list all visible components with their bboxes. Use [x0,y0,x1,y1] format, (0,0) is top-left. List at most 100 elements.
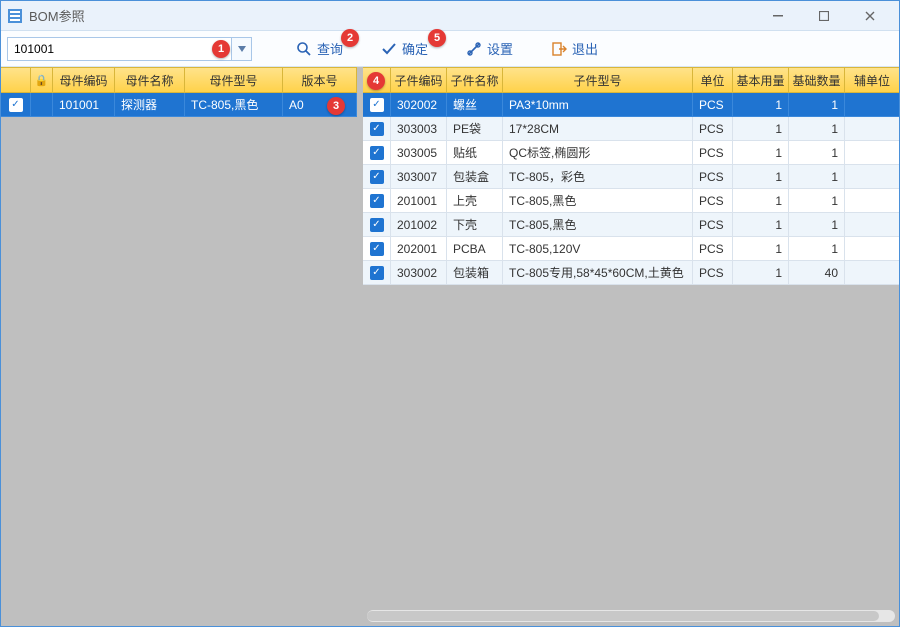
close-button[interactable] [847,2,893,30]
cell-child-model: TC-805，彩色 [503,165,693,189]
header-parent-model[interactable]: 母件型号 [185,68,283,92]
cell-child-code: 303002 [391,261,447,285]
table-row[interactable]: ✓303002包装箱TC-805专用,58*45*60CM,土黄色PCS140 [363,261,899,285]
row-checkbox[interactable]: ✓ [363,165,391,189]
horizontal-scrollbar-thumb[interactable] [367,611,879,621]
cell-child-aux-unit [845,141,899,165]
header-parent-version[interactable]: 版本号 [283,68,357,92]
settings-button[interactable]: 设置 [456,35,523,63]
cell-parent-name: 探测器 [115,93,185,117]
cell-child-name: 螺丝 [447,93,503,117]
parent-grid-body[interactable]: ✓101001探测器TC-805,黑色A0 3 [1,93,357,626]
check-icon [381,41,397,57]
settings-label: 设置 [487,39,513,58]
cell-child-base-use: 1 [733,189,789,213]
table-row[interactable]: ✓101001探测器TC-805,黑色A0 [1,93,357,117]
cell-child-base-use: 1 [733,261,789,285]
row-checkbox[interactable]: ✓ [363,141,391,165]
cell-child-unit: PCS [693,213,733,237]
table-row[interactable]: ✓303007包装盒TC-805，彩色PCS11 [363,165,899,189]
body: 🔒 母件编码 母件名称 母件型号 版本号 ✓101001探测器TC-805,黑色… [1,67,899,626]
child-grid-panel: 子件编码 子件名称 子件型号 单位 基本用量 基础数量 辅单位 4 ✓30200… [363,67,899,626]
header-child-base-use[interactable]: 基本用量 [733,68,789,92]
callout-badge-4: 4 [367,72,385,90]
header-child-name[interactable]: 子件名称 [447,68,503,92]
table-row[interactable]: ✓201002下壳TC-805,黑色PCS11 [363,213,899,237]
window: BOM参照 1 查询 2 [0,0,900,627]
cell-child-base-qty: 1 [789,237,845,261]
header-child-code[interactable]: 子件编码 [391,68,447,92]
cell-child-base-use: 1 [733,165,789,189]
cell-child-base-qty: 1 [789,165,845,189]
cell-child-base-use: 1 [733,237,789,261]
table-row[interactable]: ✓201001上壳TC-805,黑色PCS11 [363,189,899,213]
search-icon [296,41,312,57]
query-label: 查询 [317,39,343,58]
callout-badge-5: 5 [428,29,446,47]
cell-child-model: TC-805,黑色 [503,213,693,237]
parent-grid-panel: 🔒 母件编码 母件名称 母件型号 版本号 ✓101001探测器TC-805,黑色… [1,67,363,626]
header-checkbox-col[interactable] [1,68,31,92]
parent-grid-header: 🔒 母件编码 母件名称 母件型号 版本号 [1,67,357,93]
cell-child-name: 包装箱 [447,261,503,285]
titlebar: BOM参照 [1,1,899,31]
table-row[interactable]: ✓302002螺丝PA3*10mmPCS11 [363,93,899,117]
row-indicator [31,93,53,117]
cell-child-base-use: 1 [733,213,789,237]
table-row[interactable]: ✓303005贴纸QC标签,椭圆形PCS11 [363,141,899,165]
row-checkbox[interactable]: ✓ [363,189,391,213]
horizontal-scrollbar[interactable] [367,610,895,622]
header-parent-code[interactable]: 母件编码 [53,68,115,92]
cell-child-aux-unit [845,93,899,117]
child-grid-header: 子件编码 子件名称 子件型号 单位 基本用量 基础数量 辅单位 4 [363,67,899,93]
checkbox-icon: ✓ [9,98,23,112]
cell-child-code: 303007 [391,165,447,189]
cell-child-unit: PCS [693,93,733,117]
header-child-unit[interactable]: 单位 [693,68,733,92]
row-checkbox[interactable]: ✓ [363,117,391,141]
exit-button[interactable]: 退出 [541,35,608,63]
cell-child-base-qty: 1 [789,213,845,237]
cell-child-aux-unit [845,261,899,285]
exit-label: 退出 [572,39,598,58]
child-grid-body[interactable]: ✓302002螺丝PA3*10mmPCS11✓303003PE袋17*28CMP… [363,93,899,626]
minimize-button[interactable] [755,2,801,30]
checkbox-icon: ✓ [370,98,384,112]
table-row[interactable]: ✓303003PE袋17*28CMPCS11 [363,117,899,141]
cell-child-model: TC-805,黑色 [503,189,693,213]
header-child-aux-unit[interactable]: 辅单位 [845,68,899,92]
search-input[interactable] [7,37,232,61]
cell-child-unit: PCS [693,237,733,261]
row-checkbox[interactable]: ✓ [363,213,391,237]
window-title: BOM参照 [29,6,85,25]
row-checkbox[interactable]: ✓ [1,93,31,117]
checkbox-icon: ✓ [370,122,384,136]
checkbox-icon: ✓ [370,194,384,208]
header-child-base-qty[interactable]: 基础数量 [789,68,845,92]
cell-child-code: 201002 [391,213,447,237]
cell-child-code: 202001 [391,237,447,261]
header-parent-name[interactable]: 母件名称 [115,68,185,92]
checkbox-icon: ✓ [370,146,384,160]
cell-child-aux-unit [845,189,899,213]
cell-child-base-use: 1 [733,93,789,117]
row-checkbox[interactable]: ✓ [363,261,391,285]
row-checkbox[interactable]: ✓ [363,237,391,261]
table-row[interactable]: ✓202001PCBATC-805,120VPCS11 [363,237,899,261]
row-checkbox[interactable]: ✓ [363,93,391,117]
cell-child-unit: PCS [693,117,733,141]
cell-child-name: 下壳 [447,213,503,237]
maximize-button[interactable] [801,2,847,30]
cell-child-model: TC-805,120V [503,237,693,261]
callout-badge-1: 1 [212,40,230,58]
cell-child-code: 303005 [391,141,447,165]
checkbox-icon: ✓ [370,242,384,256]
cell-child-model: PA3*10mm [503,93,693,117]
callout-badge-2: 2 [341,29,359,47]
cell-child-aux-unit [845,213,899,237]
header-lock-col: 🔒 [31,68,53,92]
header-child-model[interactable]: 子件型号 [503,68,693,92]
callout-badge-3: 3 [327,97,345,115]
search-dropdown-button[interactable] [232,37,252,61]
cell-child-aux-unit [845,237,899,261]
